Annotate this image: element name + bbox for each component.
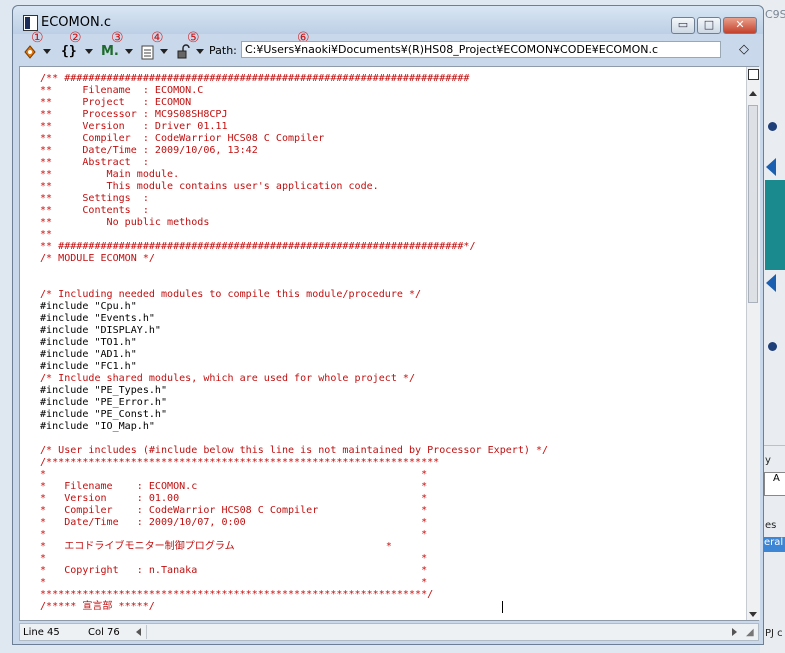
code-line[interactable]: #include "PE_Const.h" [40,409,167,420]
braces-menu-button[interactable]: {} [61,44,93,60]
background-node-icon [768,342,777,351]
editor-window: ECOMON.c ▭ □ ✕ ① ② ③ ④ ⑤ ⑥ {} M. Path: C… [12,5,764,645]
split-view-icon[interactable] [748,69,759,80]
procedure-menu-button[interactable] [23,44,53,60]
file-icon [23,15,38,31]
code-line[interactable]: ** Processor : MC9S08SH8CPJ [40,109,228,120]
background-arrow-icon [766,158,776,176]
procedure-icon [23,44,37,65]
background-teal-block [765,180,785,270]
module-menu-button[interactable]: M. [101,44,135,60]
scroll-right-icon[interactable] [732,628,737,636]
code-line[interactable]: ** Project : ECOMON [40,97,191,108]
code-line[interactable]: #include "FC1.h" [40,361,137,372]
list-menu-button[interactable] [141,44,175,60]
code-line[interactable]: * Date/Time : 2009/10/07, 0:00 * [40,517,427,528]
text-cursor [502,601,503,613]
background-field[interactable]: A [764,472,785,496]
code-line[interactable]: /* Include shared modules, which are use… [40,373,415,384]
code-line[interactable]: ** Filename : ECOMON.C [40,85,203,96]
chevron-down-icon [43,49,51,54]
module-icon: M. [101,44,119,59]
code-line[interactable]: #include "Events.h" [40,313,155,324]
code-line[interactable]: * Copyright : n.Tanaka * [40,565,427,576]
background-selected-item[interactable]: eral [764,537,785,552]
code-text[interactable]: /** ####################################… [40,73,548,613]
background-node-icon [768,122,777,131]
background-label: y [765,455,771,466]
chevron-down-icon [196,49,204,54]
code-line[interactable]: #include "PE_Error.h" [40,397,167,408]
code-line[interactable]: #include "Cpu.h" [40,301,137,312]
code-line[interactable]: ** This module contains user's applicati… [40,181,379,192]
code-line[interactable]: * Compiler : CodeWarrior HCS08 C Compile… [40,505,427,516]
background-label: PJ c [765,628,783,639]
code-line[interactable]: * Version : 01.00 * [40,493,427,504]
chevron-down-icon [85,49,93,54]
lock-icon [177,44,190,65]
scroll-down-icon[interactable] [749,612,757,617]
code-line[interactable]: ** Version : Driver 01.11 [40,121,228,132]
code-line[interactable]: * エコドライブモニター制御プログラム * [40,541,392,552]
code-line[interactable]: ** No public methods [40,217,209,228]
code-line[interactable]: #include "DISPLAY.h" [40,325,161,336]
code-line[interactable]: ** Main module. [40,169,179,180]
path-label: Path: [209,44,237,57]
lock-menu-button[interactable] [177,44,207,60]
code-editor[interactable]: /** ####################################… [19,66,760,621]
editor-toolbar: ① ② ③ ④ ⑤ ⑥ {} M. Path: C:¥Users¥naoki¥D… [19,30,759,64]
vertical-scrollbar[interactable] [746,67,760,620]
code-line[interactable]: * * [40,577,427,588]
code-line[interactable]: /** ####################################… [40,73,469,84]
code-line[interactable]: ** Compiler : CodeWarrior HCS08 C Compil… [40,133,324,144]
code-line[interactable]: /***************************************… [40,457,439,468]
code-line[interactable]: * * [40,553,427,564]
close-button[interactable]: ✕ [723,17,757,34]
background-tab[interactable]: C9S [765,8,785,21]
background-field-text: A [773,473,780,484]
horizontal-scrollbar[interactable] [146,625,727,639]
code-line[interactable]: /***** 宣言部 *****/ [40,601,155,612]
code-line[interactable]: * Filename : ECOMON.c * [40,481,427,492]
line-indicator: Line 45 [23,627,60,638]
code-line[interactable]: ** #####################################… [40,241,476,252]
resize-grip-icon[interactable]: ◢ [746,627,754,638]
scroll-left-icon[interactable] [136,628,141,636]
path-field[interactable]: C:¥Users¥naoki¥Documents¥(R)HS08_Project… [241,41,721,58]
scroll-thumb[interactable] [748,105,758,303]
code-line[interactable]: * * [40,529,427,540]
code-line[interactable]: /* User includes (#include below this li… [40,445,548,456]
code-line[interactable]: ** Settings : [40,193,149,204]
status-bar: Line 45 Col 76 ◢ [19,623,759,641]
code-line[interactable]: /* MODULE ECOMON */ [40,253,155,264]
code-line[interactable]: #include "TO1.h" [40,337,137,348]
chevron-down-icon [160,49,168,54]
list-icon [141,44,154,65]
code-line[interactable]: ****************************************… [40,589,433,600]
minimize-button[interactable]: ▭ [671,17,695,34]
code-line[interactable]: ** [40,229,52,240]
code-line[interactable]: * * [40,469,427,480]
code-line[interactable]: #include "AD1.h" [40,349,137,360]
background-arrow-icon [766,274,776,292]
column-indicator: Col 76 [88,627,120,638]
chevron-down-icon [125,49,133,54]
code-line[interactable]: ** Abstract : [40,157,149,168]
braces-icon: {} [61,44,77,59]
code-line[interactable]: ** Contents : [40,205,149,216]
code-line[interactable]: #include "IO_Map.h" [40,421,155,432]
maximize-button[interactable]: □ [697,17,721,34]
title-bar[interactable]: ECOMON.c ▭ □ ✕ [13,6,763,34]
window-title: ECOMON.c [41,15,111,30]
path-options-icon[interactable]: ◇ [739,42,749,57]
code-line[interactable]: ** Date/Time : 2009/10/06, 13:42 [40,145,258,156]
code-line[interactable]: /* Including needed modules to compile t… [40,289,421,300]
background-label: es [765,520,777,531]
code-line[interactable]: #include "PE_Types.h" [40,385,167,396]
scroll-up-icon[interactable] [749,91,757,96]
